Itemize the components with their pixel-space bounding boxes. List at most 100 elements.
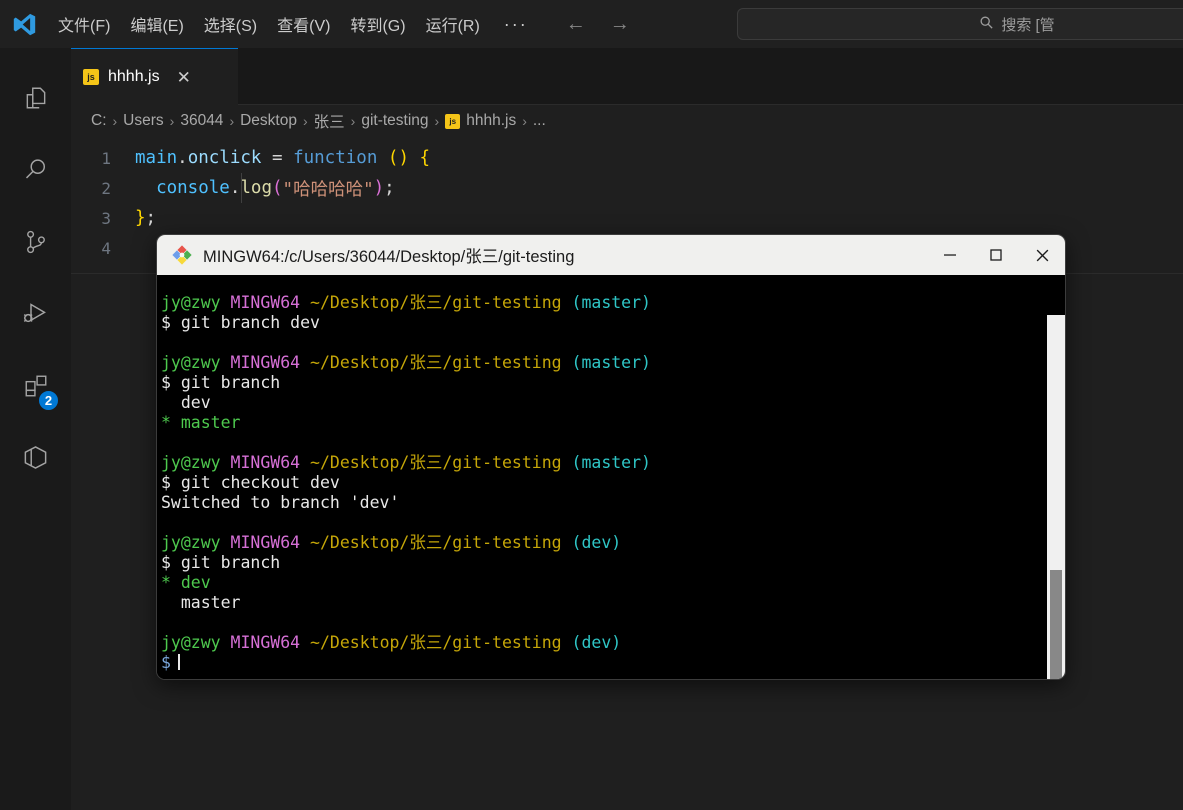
extensions-badge: 2: [38, 390, 59, 411]
code-line-3: 3 };: [71, 203, 1183, 233]
prompt-sigil: $: [161, 653, 171, 672]
prompt-branch: (dev): [571, 633, 622, 652]
token-dot: .: [177, 148, 188, 168]
token-semicolon: ;: [145, 208, 157, 228]
chevron-right-icon: ›: [350, 113, 356, 129]
git-bash-title-bar[interactable]: MINGW64:/c/Users/36044/Desktop/张三/git-te…: [157, 235, 1065, 275]
terminal-scrollbar[interactable]: [1047, 315, 1065, 679]
breadcrumb-segment-file[interactable]: hhhh.js: [466, 112, 516, 130]
chevron-right-icon: ›: [229, 113, 235, 129]
menu-item-select[interactable]: 选择(S): [194, 7, 267, 41]
close-button[interactable]: [1019, 235, 1065, 275]
code-line-2: 2 console. log("哈哈哈哈");: [71, 173, 1183, 203]
back-arrow-icon[interactable]: ←: [562, 13, 590, 36]
sidebar-item-extensions[interactable]: 2: [0, 352, 71, 424]
activity-bar: 2: [0, 48, 71, 810]
sidebar-item-run-debug[interactable]: [0, 280, 71, 352]
prompt-path: ~/Desktop/张三/git-testing: [310, 533, 562, 552]
navigation-buttons: ← →: [562, 13, 634, 36]
terminal-command-line: $ git branch: [161, 553, 281, 572]
remote-icon: [22, 444, 49, 476]
terminal-input-line[interactable]: $: [159, 653, 1065, 673]
token-close-brace: }: [135, 208, 146, 228]
vscode-logo-icon: [0, 0, 48, 48]
breadcrumb-segment-git-testing[interactable]: git-testing: [361, 112, 428, 130]
line-number: 4: [101, 238, 111, 258]
breadcrumb-segment-36044[interactable]: 36044: [180, 112, 223, 130]
breadcrumb-segment-zhangsan[interactable]: 张三: [314, 110, 345, 132]
files-icon: [23, 85, 49, 116]
token-function: function: [293, 148, 378, 168]
prompt-host: MINGW64: [230, 453, 301, 472]
breadcrumb-segment-users[interactable]: Users: [123, 112, 163, 130]
tab-label: hhhh.js: [108, 68, 160, 85]
prompt-branch: (master): [571, 293, 651, 312]
code-line-1: 1 main. onclick = function () {: [71, 143, 1183, 173]
sidebar-item-search[interactable]: [0, 136, 71, 208]
indent-guide: [241, 173, 242, 203]
terminal-prompt-line: jy@zwy MINGW64 ~/Desktop/张三/git-testing …: [159, 293, 1065, 313]
terminal-command-line: $ git branch dev: [161, 313, 320, 332]
forward-arrow-icon[interactable]: →: [606, 13, 634, 36]
menu-item-run[interactable]: 运行(R): [416, 7, 490, 41]
chevron-right-icon: ›: [112, 113, 118, 129]
window-controls: [927, 235, 1065, 275]
menu-item-file[interactable]: 文件(F): [48, 7, 120, 41]
breadcrumb-segment-desktop[interactable]: Desktop: [240, 112, 297, 130]
breadcrumb-ellipsis[interactable]: ...: [533, 112, 546, 130]
sidebar-item-remote-explorer[interactable]: [0, 424, 71, 496]
terminal-output-line: * master: [159, 413, 1065, 433]
terminal-prompt-line: jy@zwy MINGW64 ~/Desktop/张三/git-testing …: [159, 453, 1065, 473]
token-paren-close: ): [373, 178, 385, 198]
prompt-path: ~/Desktop/张三/git-testing: [310, 293, 562, 312]
minimize-button[interactable]: [927, 235, 973, 275]
menu-bar: 文件(F) 编辑(E) 选择(S) 查看(V) 转到(G) 运行(R) ···: [48, 7, 542, 41]
token-onclick: onclick: [187, 148, 262, 168]
search-icon: [22, 156, 49, 188]
prompt-user: jy@zwy: [161, 353, 221, 372]
search-placeholder-text: 搜索 [管: [1001, 16, 1055, 34]
close-icon[interactable]: ✕: [177, 69, 191, 86]
prompt-user: jy@zwy: [161, 533, 221, 552]
sidebar-item-explorer[interactable]: [0, 64, 71, 136]
chevron-right-icon: ›: [434, 113, 440, 129]
js-file-icon: js: [445, 113, 461, 129]
prompt-user: jy@zwy: [161, 453, 221, 472]
menu-item-view[interactable]: 查看(V): [267, 7, 340, 41]
menu-item-edit[interactable]: 编辑(E): [120, 7, 193, 41]
prompt-host: MINGW64: [230, 293, 301, 312]
menu-overflow-button[interactable]: ···: [490, 12, 542, 37]
git-bash-title-text: MINGW64:/c/Users/36044/Desktop/张三/git-te…: [203, 248, 575, 266]
sidebar-item-source-control[interactable]: [0, 208, 71, 280]
current-branch-name: master: [170, 413, 241, 432]
tab-hhhh-js[interactable]: js hhhh.js ✕: [71, 48, 238, 105]
line-number: 1: [101, 148, 111, 168]
breadcrumb-segment-drive[interactable]: C:: [91, 112, 107, 130]
token-console: console: [156, 178, 230, 198]
search-icon: [979, 15, 994, 34]
chevron-right-icon: ›: [169, 113, 175, 129]
current-branch-star: *: [161, 413, 171, 432]
command-center-search[interactable]: 搜索 [管: [737, 8, 1183, 40]
terminal-scrollbar-thumb[interactable]: [1050, 570, 1062, 679]
prompt-host: MINGW64: [230, 633, 301, 652]
current-branch-name: dev: [170, 573, 211, 592]
terminal-output[interactable]: jy@zwy MINGW64 ~/Desktop/张三/git-testing …: [157, 275, 1065, 679]
prompt-path: ~/Desktop/张三/git-testing: [310, 633, 562, 652]
run-debug-icon: [22, 300, 49, 332]
git-bash-window[interactable]: MINGW64:/c/Users/36044/Desktop/张三/git-te…: [156, 234, 1066, 680]
menu-item-goto[interactable]: 转到(G): [340, 7, 415, 41]
terminal-output-line: Switched to branch 'dev': [161, 493, 400, 512]
maximize-button[interactable]: [973, 235, 1019, 275]
